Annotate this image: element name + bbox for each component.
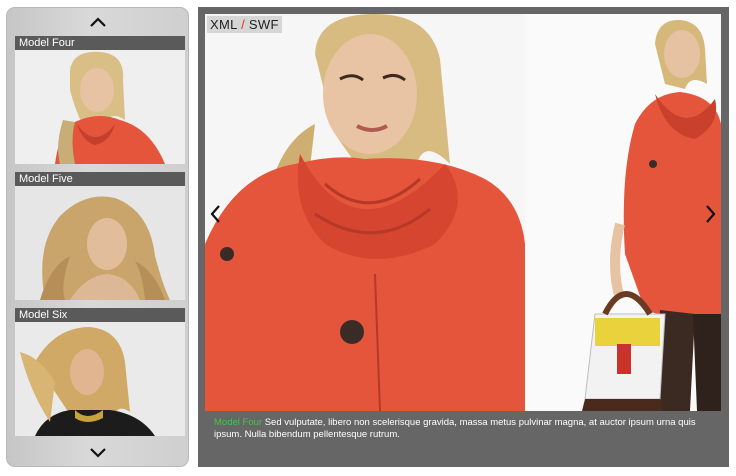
- scroll-up-button[interactable]: [7, 11, 188, 33]
- format-separator: /: [241, 17, 245, 32]
- caption-model-name: Model Four: [214, 417, 263, 428]
- thumbnail-image: [15, 50, 185, 164]
- thumbnail-item[interactable]: Model Four: [15, 36, 185, 164]
- swf-link[interactable]: SWF: [249, 17, 279, 32]
- next-image-button[interactable]: [705, 204, 717, 229]
- previous-image-button[interactable]: [209, 204, 221, 229]
- chevron-left-icon: [210, 205, 220, 223]
- image-caption: Model Four Sed vulputate, libero non sce…: [214, 417, 714, 441]
- thumbnail-label: Model Five: [15, 172, 185, 186]
- chevron-right-icon: [706, 205, 716, 223]
- image-viewer: XML / SWF Model Four Sed vulputate, libe…: [198, 7, 729, 467]
- scroll-down-button[interactable]: [7, 442, 188, 464]
- chevron-down-icon: [89, 448, 106, 458]
- main-photo: [205, 14, 525, 411]
- xml-link[interactable]: XML: [210, 17, 237, 32]
- thumbnail-image: [15, 322, 185, 436]
- side-photo: [525, 14, 721, 411]
- format-toggle: XML / SWF: [207, 16, 282, 33]
- chevron-up-icon: [89, 17, 106, 27]
- caption-text: Sed vulputate, libero non scelerisque gr…: [214, 417, 696, 440]
- thumbnail-item[interactable]: Model Five: [15, 172, 185, 300]
- thumbnail-label: Model Four: [15, 36, 185, 50]
- thumbnail-image: [15, 186, 185, 300]
- thumbnail-strip: Model Four Model Five Model Six: [6, 7, 189, 467]
- main-image-stage: XML / SWF: [205, 14, 721, 411]
- thumbnail-label: Model Six: [15, 308, 185, 322]
- thumbnail-item[interactable]: Model Six: [15, 308, 185, 436]
